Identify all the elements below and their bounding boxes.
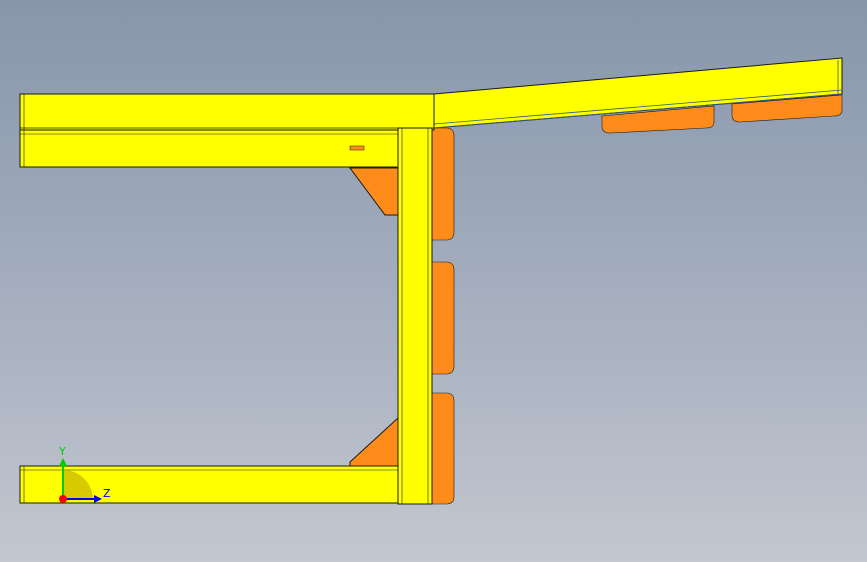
cad-viewport[interactable]: Y Z [0,0,867,562]
gusset-bottom[interactable] [349,416,399,467]
beam-slot [349,145,365,151]
pad-right-3[interactable] [431,392,455,505]
vertical-post[interactable] [397,127,433,505]
gusset-top-lower[interactable] [349,167,399,216]
frame-group [19,57,843,505]
y-axis-label: Y [58,445,66,458]
x-axis-icon [59,495,67,503]
z-axis-label: Z [103,487,111,500]
top-beam-upper[interactable] [19,93,435,131]
model-scene[interactable]: Y Z [0,0,867,562]
top-beam-lower[interactable] [19,129,399,168]
pad-right-1[interactable] [431,127,455,241]
pad-right-2[interactable] [431,261,455,375]
